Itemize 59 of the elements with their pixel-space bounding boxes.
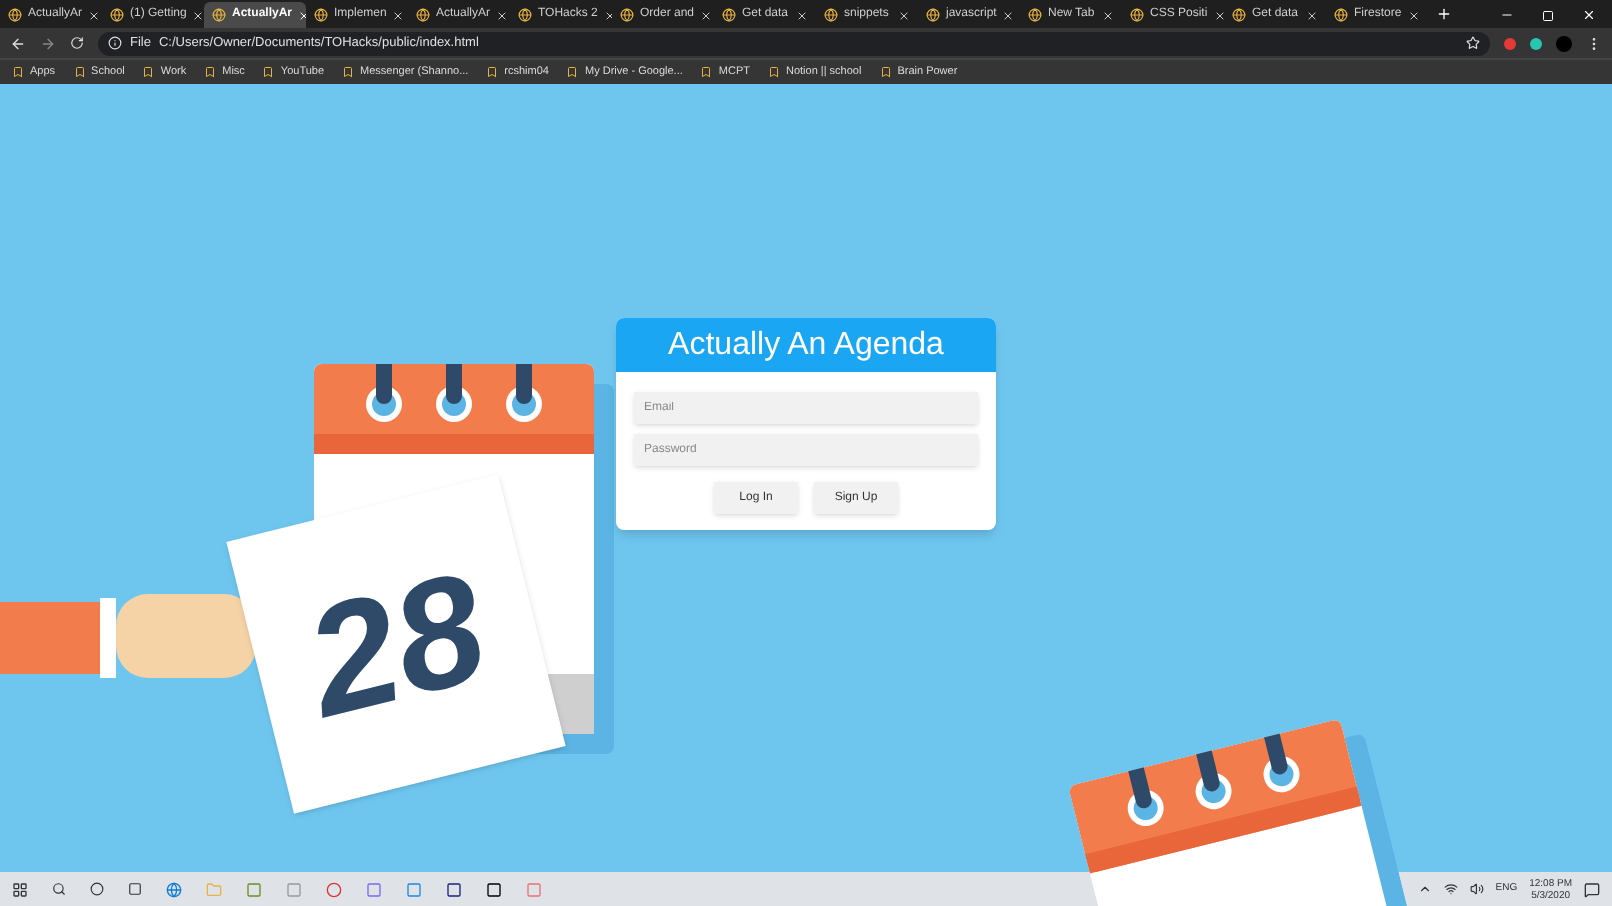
search-icon[interactable] bbox=[52, 882, 66, 896]
info-icon bbox=[108, 36, 122, 50]
favicon-icon bbox=[1232, 8, 1246, 22]
favicon-icon bbox=[314, 8, 328, 22]
star-icon[interactable] bbox=[1466, 36, 1480, 50]
minimize-icon[interactable] bbox=[1500, 8, 1514, 22]
favicon-icon bbox=[110, 8, 124, 22]
bookmark-icon bbox=[700, 66, 713, 78]
reload-icon[interactable] bbox=[70, 36, 84, 50]
favicon-icon bbox=[8, 8, 22, 22]
volume-icon[interactable] bbox=[1469, 882, 1484, 896]
close-icon[interactable] bbox=[392, 9, 405, 21]
favicon-icon bbox=[1028, 8, 1042, 22]
extension-icon[interactable] bbox=[1504, 37, 1516, 49]
close-icon[interactable] bbox=[1306, 9, 1318, 21]
favicon-icon bbox=[1334, 8, 1348, 22]
close-icon[interactable] bbox=[1213, 9, 1226, 21]
bookmark-icon bbox=[767, 66, 780, 78]
favicon-icon bbox=[1130, 8, 1144, 22]
new-tab-icon[interactable] bbox=[1436, 6, 1452, 22]
bookmark-icon bbox=[342, 66, 355, 78]
close-icon[interactable] bbox=[1002, 9, 1015, 21]
close-icon[interactable] bbox=[700, 9, 713, 21]
close-icon[interactable] bbox=[192, 9, 205, 21]
forward-icon[interactable] bbox=[40, 35, 56, 51]
close-icon[interactable] bbox=[796, 9, 808, 21]
bookmark-icon bbox=[566, 66, 579, 78]
bookmark-icon bbox=[262, 66, 275, 78]
favicon-icon bbox=[824, 8, 838, 22]
network-icon[interactable] bbox=[1443, 882, 1458, 896]
maximize-icon[interactable] bbox=[1542, 9, 1554, 21]
favicon-icon bbox=[722, 8, 736, 22]
browser-icon[interactable] bbox=[166, 881, 182, 897]
favicon-icon bbox=[416, 8, 430, 22]
favicon-icon bbox=[212, 8, 226, 22]
close-icon[interactable] bbox=[1102, 9, 1114, 21]
favicon-icon bbox=[620, 8, 634, 22]
task-view-icon[interactable] bbox=[128, 882, 142, 896]
favicon-icon bbox=[926, 8, 940, 22]
bookmark-icon bbox=[73, 66, 86, 78]
chevron-up-icon[interactable] bbox=[1417, 882, 1432, 896]
calendar-day: 28 bbox=[283, 509, 509, 779]
back-icon[interactable] bbox=[10, 35, 26, 51]
card-title: Actually An Agenda bbox=[668, 325, 944, 365]
start-icon[interactable] bbox=[12, 881, 28, 897]
terminal-icon[interactable] bbox=[486, 881, 502, 897]
bookmark-icon bbox=[204, 66, 217, 78]
bookmark-icon bbox=[12, 66, 24, 78]
close-icon[interactable] bbox=[496, 9, 509, 21]
bookmark-icon bbox=[486, 66, 499, 78]
bookmark-icon bbox=[142, 66, 155, 78]
bookmark-icon bbox=[879, 66, 892, 78]
app-icon[interactable] bbox=[446, 881, 462, 897]
close-icon[interactable] bbox=[898, 9, 910, 21]
extension-icon[interactable] bbox=[1530, 37, 1542, 49]
notifications-icon[interactable] bbox=[1584, 881, 1600, 897]
close-icon[interactable] bbox=[88, 9, 101, 21]
close-icon[interactable] bbox=[1408, 9, 1420, 21]
favicon-icon bbox=[518, 8, 532, 22]
